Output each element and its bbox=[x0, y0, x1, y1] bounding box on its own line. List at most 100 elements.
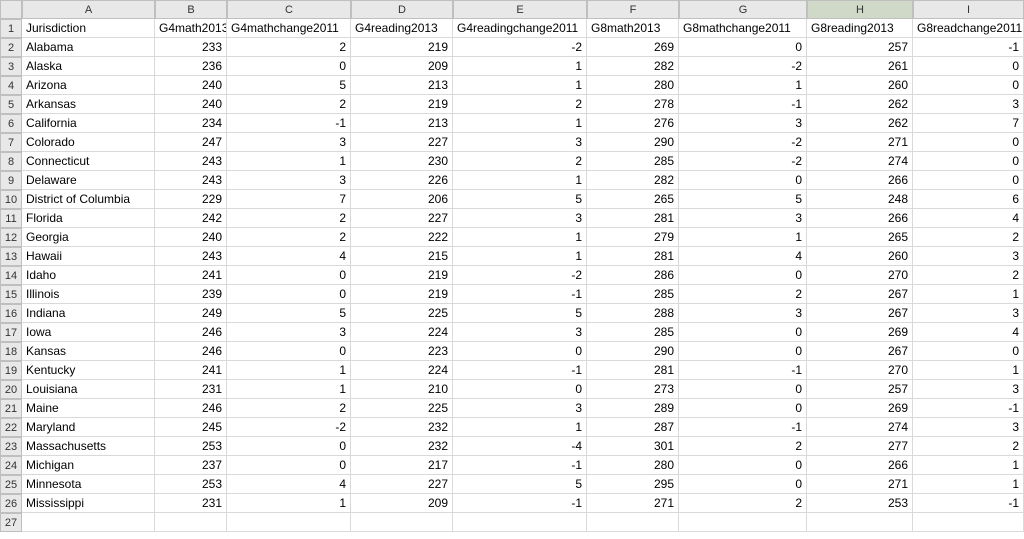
cell-G18[interactable]: 0 bbox=[679, 342, 807, 361]
row-header-27[interactable]: 27 bbox=[0, 513, 22, 532]
cell-E16[interactable]: 5 bbox=[453, 304, 587, 323]
cell-A22[interactable]: Maryland bbox=[22, 418, 155, 437]
cell-B2[interactable]: 233 bbox=[155, 38, 227, 57]
cell-A24[interactable]: Michigan bbox=[22, 456, 155, 475]
cell-D16[interactable]: 225 bbox=[351, 304, 453, 323]
cell-I18[interactable]: 0 bbox=[913, 342, 1024, 361]
cell-A6[interactable]: California bbox=[22, 114, 155, 133]
row-header-23[interactable]: 23 bbox=[0, 437, 22, 456]
select-all-corner[interactable] bbox=[0, 0, 22, 19]
cell-B24[interactable]: 237 bbox=[155, 456, 227, 475]
row-header-26[interactable]: 26 bbox=[0, 494, 22, 513]
cell-F10[interactable]: 265 bbox=[587, 190, 679, 209]
cell-B16[interactable]: 249 bbox=[155, 304, 227, 323]
cell-F16[interactable]: 288 bbox=[587, 304, 679, 323]
row-header-10[interactable]: 10 bbox=[0, 190, 22, 209]
cell-A17[interactable]: Iowa bbox=[22, 323, 155, 342]
cell-E23[interactable]: -4 bbox=[453, 437, 587, 456]
cell-G12[interactable]: 1 bbox=[679, 228, 807, 247]
cell-I5[interactable]: 3 bbox=[913, 95, 1024, 114]
cell-G5[interactable]: -1 bbox=[679, 95, 807, 114]
cell-G3[interactable]: -2 bbox=[679, 57, 807, 76]
row-header-9[interactable]: 9 bbox=[0, 171, 22, 190]
cell-H17[interactable]: 269 bbox=[807, 323, 913, 342]
row-header-16[interactable]: 16 bbox=[0, 304, 22, 323]
cell-D21[interactable]: 225 bbox=[351, 399, 453, 418]
cell-B25[interactable]: 253 bbox=[155, 475, 227, 494]
cell-E5[interactable]: 2 bbox=[453, 95, 587, 114]
cell-H2[interactable]: 257 bbox=[807, 38, 913, 57]
row-header-24[interactable]: 24 bbox=[0, 456, 22, 475]
cell-I7[interactable]: 0 bbox=[913, 133, 1024, 152]
cell-H16[interactable]: 267 bbox=[807, 304, 913, 323]
cell-A3[interactable]: Alaska bbox=[22, 57, 155, 76]
cell-F17[interactable]: 285 bbox=[587, 323, 679, 342]
cell-H9[interactable]: 266 bbox=[807, 171, 913, 190]
cell-I10[interactable]: 6 bbox=[913, 190, 1024, 209]
cell-B4[interactable]: 240 bbox=[155, 76, 227, 95]
cell-G9[interactable]: 0 bbox=[679, 171, 807, 190]
cell-C16[interactable]: 5 bbox=[227, 304, 351, 323]
cell-H23[interactable]: 277 bbox=[807, 437, 913, 456]
cell-C11[interactable]: 2 bbox=[227, 209, 351, 228]
cell-H5[interactable]: 262 bbox=[807, 95, 913, 114]
cell-H7[interactable]: 271 bbox=[807, 133, 913, 152]
cell-D7[interactable]: 227 bbox=[351, 133, 453, 152]
cell-A25[interactable]: Minnesota bbox=[22, 475, 155, 494]
row-header-3[interactable]: 3 bbox=[0, 57, 22, 76]
cell-B15[interactable]: 239 bbox=[155, 285, 227, 304]
cell-I23[interactable]: 2 bbox=[913, 437, 1024, 456]
cell-D8[interactable]: 230 bbox=[351, 152, 453, 171]
cell-I3[interactable]: 0 bbox=[913, 57, 1024, 76]
cell-D6[interactable]: 213 bbox=[351, 114, 453, 133]
cell-F4[interactable]: 280 bbox=[587, 76, 679, 95]
cell-D25[interactable]: 227 bbox=[351, 475, 453, 494]
cell-B21[interactable]: 246 bbox=[155, 399, 227, 418]
cell-F21[interactable]: 289 bbox=[587, 399, 679, 418]
header-cell-I[interactable]: G8readchange2011 bbox=[913, 19, 1024, 38]
cell-A18[interactable]: Kansas bbox=[22, 342, 155, 361]
cell-E2[interactable]: -2 bbox=[453, 38, 587, 57]
cell-A19[interactable]: Kentucky bbox=[22, 361, 155, 380]
column-header-B[interactable]: B bbox=[155, 0, 227, 19]
cell-B14[interactable]: 241 bbox=[155, 266, 227, 285]
cell-F26[interactable]: 271 bbox=[587, 494, 679, 513]
cell-G13[interactable]: 4 bbox=[679, 247, 807, 266]
cell-B12[interactable]: 240 bbox=[155, 228, 227, 247]
cell-G19[interactable]: -1 bbox=[679, 361, 807, 380]
cell-I27[interactable] bbox=[913, 513, 1024, 532]
cell-C4[interactable]: 5 bbox=[227, 76, 351, 95]
cell-A14[interactable]: Idaho bbox=[22, 266, 155, 285]
cell-H6[interactable]: 262 bbox=[807, 114, 913, 133]
cell-C5[interactable]: 2 bbox=[227, 95, 351, 114]
cell-C6[interactable]: -1 bbox=[227, 114, 351, 133]
cell-A15[interactable]: Illinois bbox=[22, 285, 155, 304]
cell-D12[interactable]: 222 bbox=[351, 228, 453, 247]
cell-B9[interactable]: 243 bbox=[155, 171, 227, 190]
cell-F11[interactable]: 281 bbox=[587, 209, 679, 228]
cell-C12[interactable]: 2 bbox=[227, 228, 351, 247]
cell-D5[interactable]: 219 bbox=[351, 95, 453, 114]
cell-F22[interactable]: 287 bbox=[587, 418, 679, 437]
cell-A16[interactable]: Indiana bbox=[22, 304, 155, 323]
cell-G20[interactable]: 0 bbox=[679, 380, 807, 399]
cell-G2[interactable]: 0 bbox=[679, 38, 807, 57]
cell-B17[interactable]: 246 bbox=[155, 323, 227, 342]
cell-F23[interactable]: 301 bbox=[587, 437, 679, 456]
cell-I20[interactable]: 3 bbox=[913, 380, 1024, 399]
cell-D17[interactable]: 224 bbox=[351, 323, 453, 342]
cell-C3[interactable]: 0 bbox=[227, 57, 351, 76]
cell-I15[interactable]: 1 bbox=[913, 285, 1024, 304]
header-cell-H[interactable]: G8reading2013 bbox=[807, 19, 913, 38]
cell-C13[interactable]: 4 bbox=[227, 247, 351, 266]
cell-F24[interactable]: 280 bbox=[587, 456, 679, 475]
cell-F27[interactable] bbox=[587, 513, 679, 532]
cell-H3[interactable]: 261 bbox=[807, 57, 913, 76]
row-header-6[interactable]: 6 bbox=[0, 114, 22, 133]
cell-H26[interactable]: 253 bbox=[807, 494, 913, 513]
cell-G23[interactable]: 2 bbox=[679, 437, 807, 456]
cell-B26[interactable]: 231 bbox=[155, 494, 227, 513]
cell-D15[interactable]: 219 bbox=[351, 285, 453, 304]
cell-I13[interactable]: 3 bbox=[913, 247, 1024, 266]
cell-D23[interactable]: 232 bbox=[351, 437, 453, 456]
